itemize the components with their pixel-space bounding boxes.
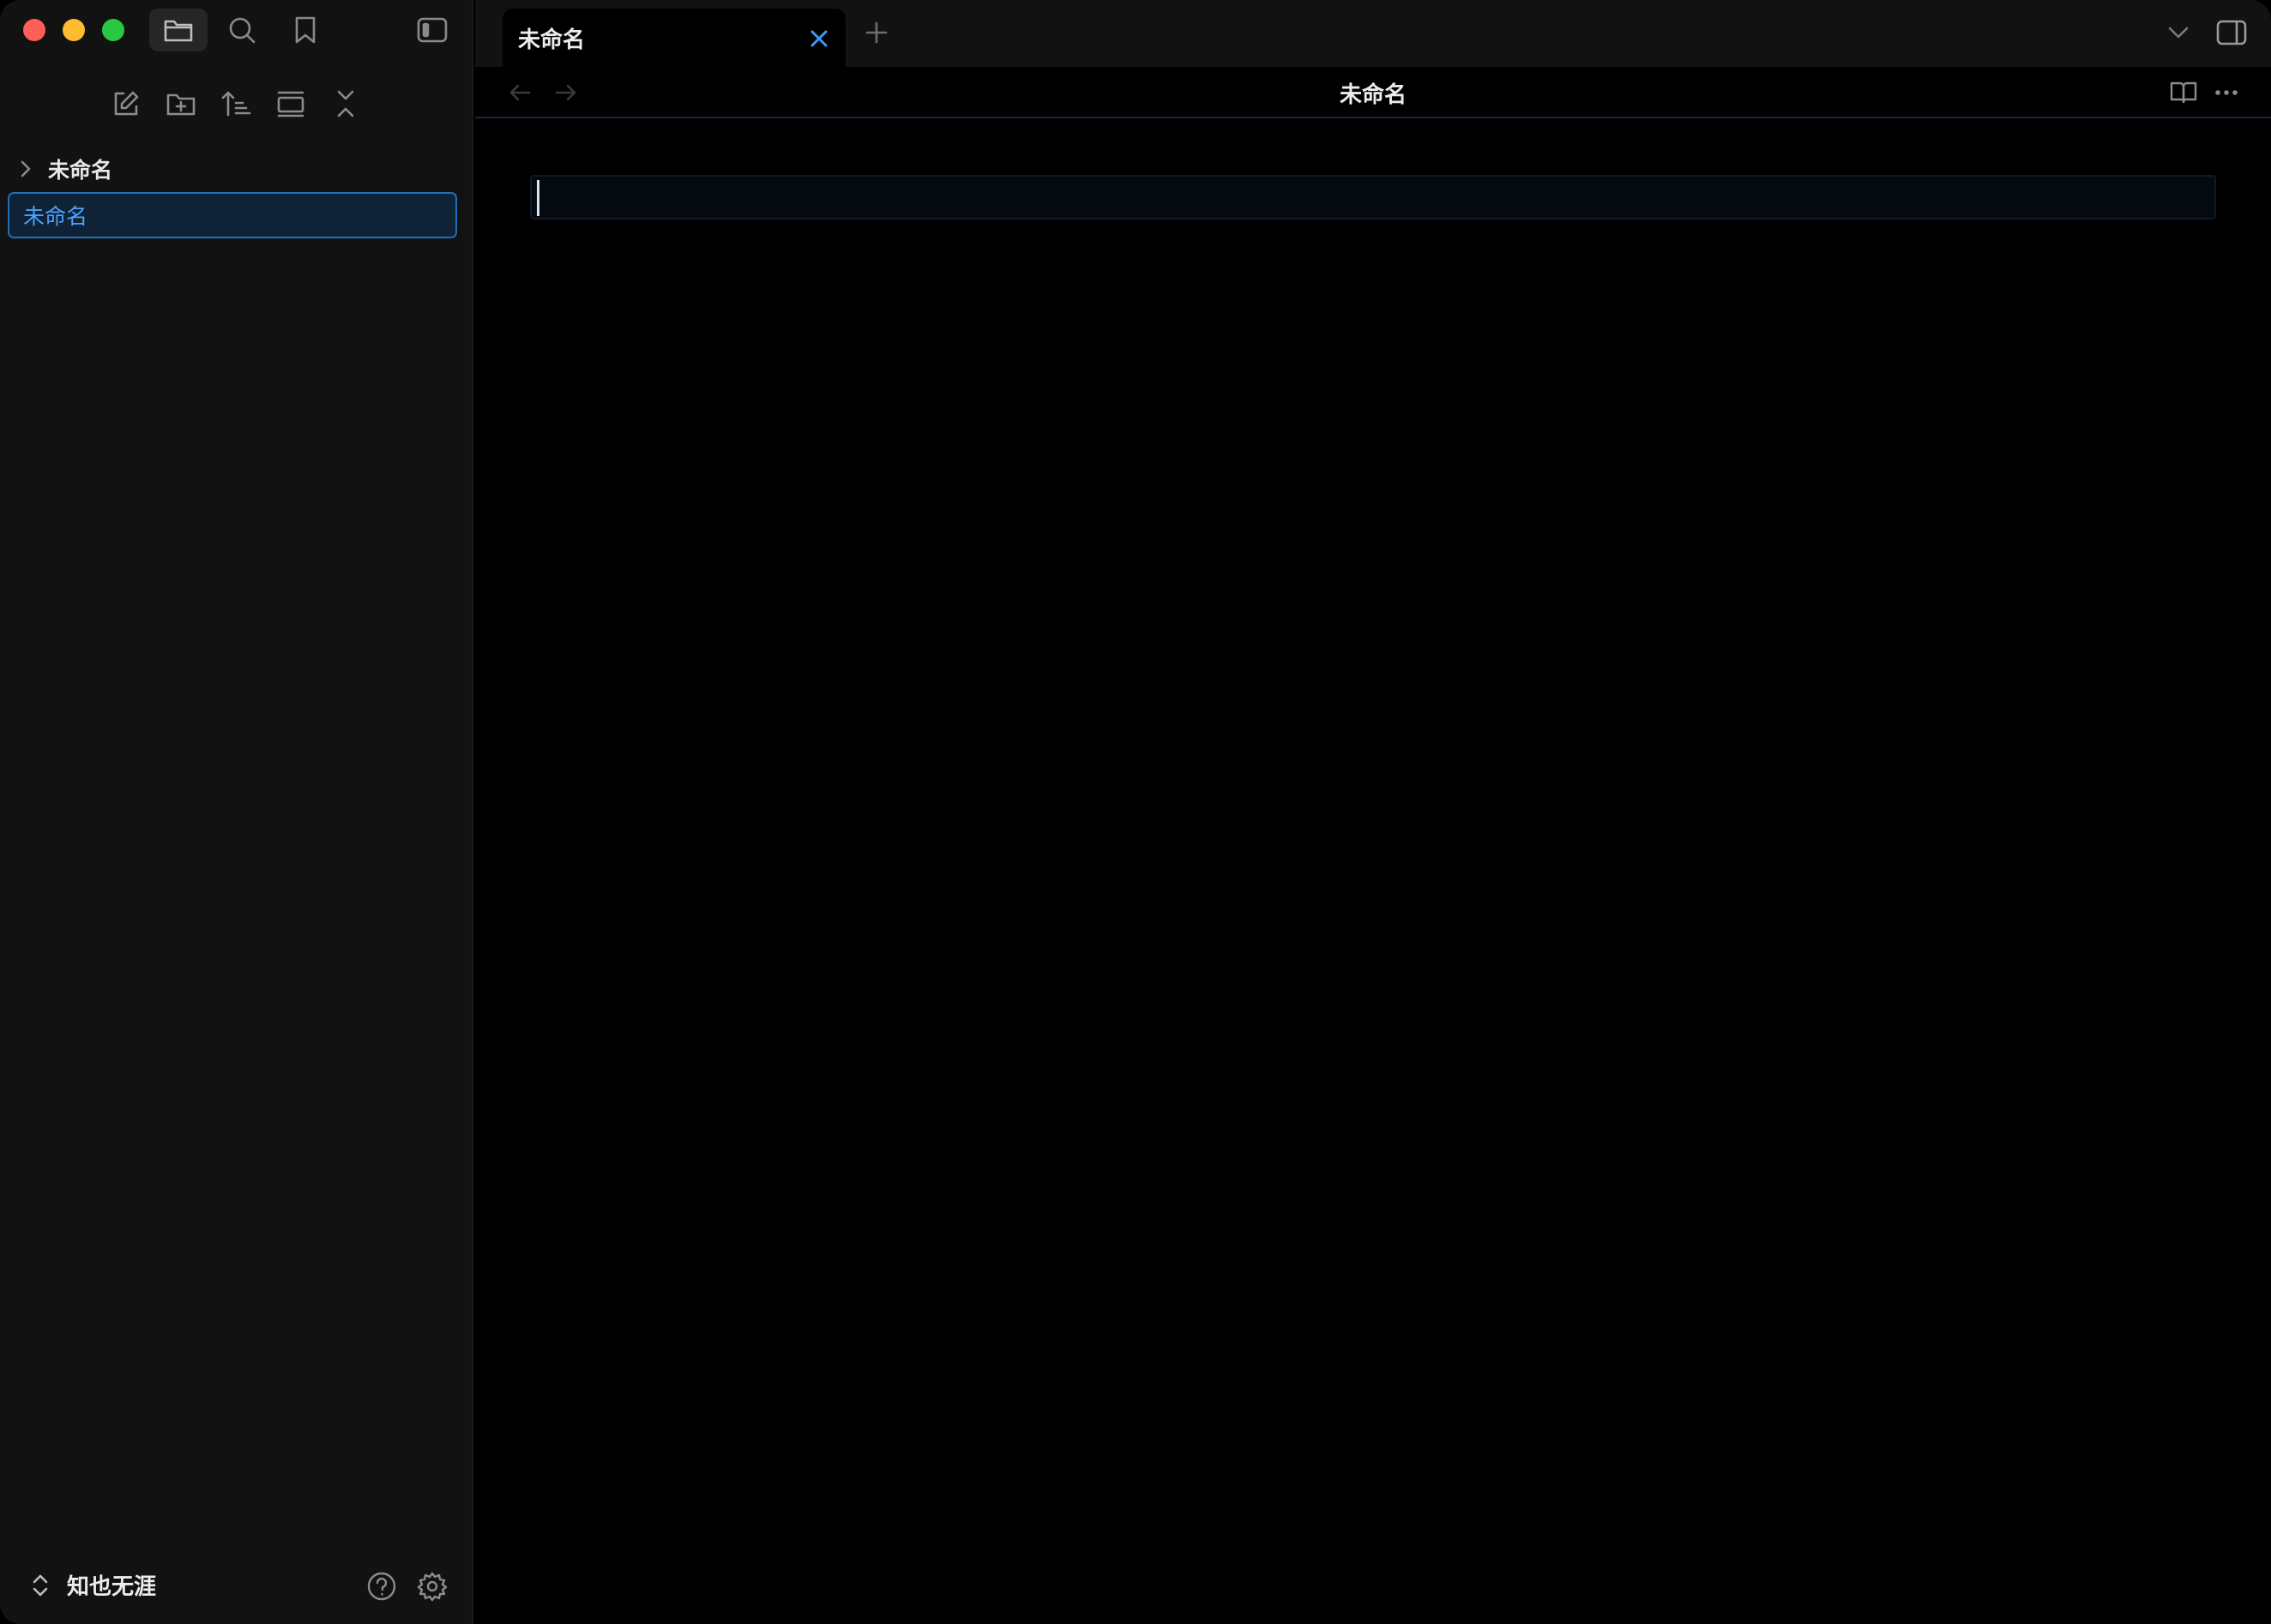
sidebar-right-icon (2216, 20, 2247, 45)
app-window: 未命名 未命名 知也无涯 未命名 未命名 (0, 0, 2271, 1624)
vault-switcher-button[interactable] (26, 1571, 55, 1600)
text-caret (537, 180, 539, 216)
reading-view-button[interactable] (2165, 75, 2202, 110)
chevron-right-icon[interactable] (9, 159, 43, 179)
tab-list-button[interactable] (2161, 15, 2196, 50)
plus-icon (865, 21, 888, 44)
view-header: 未命名 (475, 67, 2271, 118)
files-tab-button[interactable] (149, 9, 208, 51)
tree-folder-label: 未命名 (48, 158, 113, 183)
more-horizontal-icon (2215, 90, 2238, 95)
new-folder-icon (166, 93, 196, 116)
toggle-left-sidebar-button[interactable] (403, 9, 461, 51)
sort-icon (221, 91, 251, 117)
titlebar-left (0, 0, 473, 62)
minimize-window-button[interactable] (63, 19, 85, 41)
search-tab-button[interactable] (213, 9, 271, 51)
tab-label: 未命名 (518, 27, 586, 53)
chevron-down-icon (2168, 27, 2189, 39)
help-button[interactable] (363, 1567, 401, 1605)
collapse-icon (277, 91, 304, 117)
tree-folder[interactable]: 未命名 (9, 147, 456, 190)
search-icon (229, 17, 256, 44)
new-note-button[interactable] (106, 84, 146, 123)
toggle-right-sidebar-button[interactable] (2213, 14, 2250, 51)
bookmark-icon (295, 16, 316, 44)
chevron-up-down-icon (33, 1574, 48, 1597)
bookmarks-tab-button[interactable] (276, 9, 334, 51)
sort-button[interactable] (216, 84, 256, 123)
tree-file-selected[interactable]: 未命名 (8, 192, 457, 238)
view-title[interactable]: 未命名 (475, 77, 2271, 109)
tab-bar: 未命名 (475, 0, 2271, 67)
close-all-button[interactable] (326, 84, 365, 123)
main-area: 未命名 未命名 (475, 0, 2271, 1624)
help-icon (367, 1572, 396, 1601)
sidebar-left-icon (417, 17, 448, 43)
close-all-icon (337, 90, 354, 117)
file-explorer-toolbar (0, 79, 473, 127)
more-options-button[interactable] (2208, 75, 2245, 110)
sidebar-footer: 知也无涯 (0, 1547, 473, 1624)
vault-name[interactable]: 知也无涯 (67, 1569, 156, 1601)
tree-file-label: 未命名 (23, 204, 88, 229)
left-sidebar: 未命名 未命名 知也无涯 (0, 0, 473, 1624)
settings-button[interactable] (413, 1567, 451, 1605)
close-tab-button[interactable] (806, 26, 832, 51)
close-window-button[interactable] (23, 19, 45, 41)
new-tab-button[interactable] (859, 15, 894, 50)
new-note-icon (114, 91, 139, 116)
new-folder-button[interactable] (161, 84, 201, 123)
collapse-all-button[interactable] (271, 84, 310, 123)
book-open-icon (2170, 81, 2197, 104)
editor-line[interactable] (530, 175, 2216, 220)
close-icon (810, 30, 828, 47)
zoom-window-button[interactable] (102, 19, 124, 41)
folder-icon (164, 20, 193, 42)
tab-active[interactable]: 未命名 (503, 9, 846, 67)
gear-icon (417, 1572, 448, 1602)
